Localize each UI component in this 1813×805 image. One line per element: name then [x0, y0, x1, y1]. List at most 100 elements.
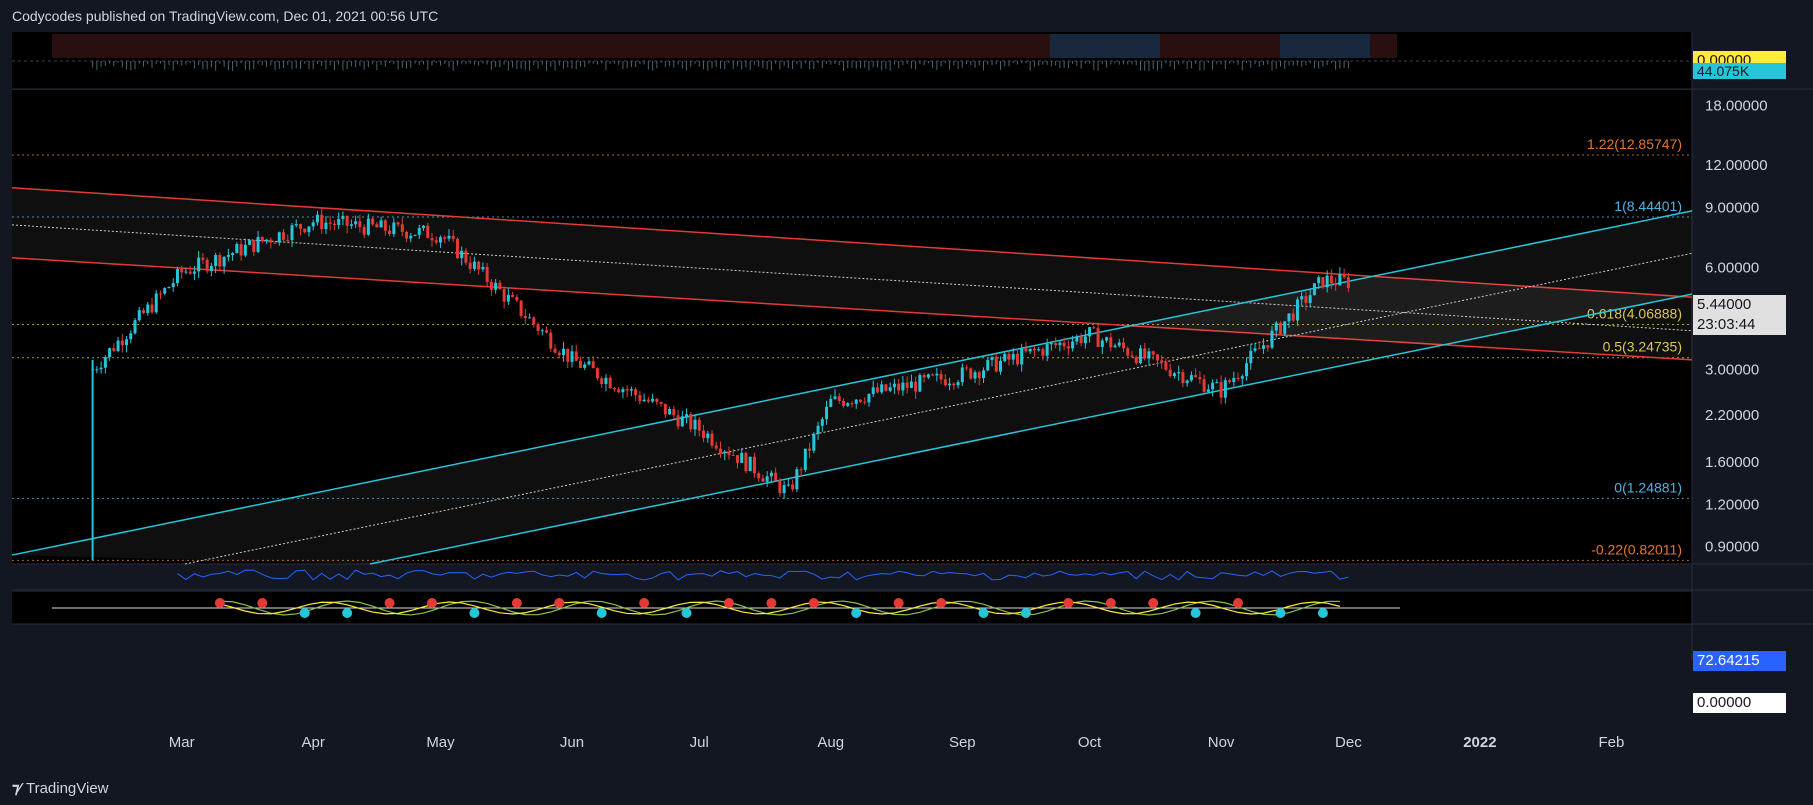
candle-body	[307, 226, 311, 233]
candle-body	[761, 478, 765, 482]
candle-body	[108, 348, 112, 358]
candle-body	[426, 225, 430, 239]
candle-body	[438, 237, 442, 243]
candle-body	[1138, 348, 1142, 363]
candle-body	[214, 254, 218, 266]
candle-body	[1202, 379, 1206, 392]
candle-body	[1223, 380, 1227, 398]
candle-body	[600, 378, 604, 385]
osc-dot	[766, 598, 777, 608]
time-axis-label: Nov	[1208, 734, 1235, 751]
candle-body	[192, 271, 196, 274]
candle-body	[366, 218, 370, 235]
candle-body	[455, 238, 459, 259]
candle-body	[625, 389, 629, 391]
price-axis-label: 1.20000	[1705, 496, 1759, 513]
candle-body	[1032, 348, 1036, 351]
candle-body	[260, 236, 264, 242]
candle-body	[744, 452, 748, 472]
candle-body	[1215, 382, 1219, 384]
candle-body	[1189, 375, 1193, 381]
candle-body	[341, 215, 345, 219]
candle-body	[154, 293, 158, 313]
candle-body	[1049, 343, 1053, 345]
osc-dot	[978, 608, 989, 618]
candle-body	[201, 257, 205, 260]
osc-dot	[257, 598, 268, 608]
candle-body	[1185, 380, 1189, 384]
candle-body	[990, 356, 994, 360]
candle-body	[842, 400, 846, 406]
candle-body	[693, 419, 697, 430]
candle-body	[290, 225, 294, 241]
candle-body	[1109, 337, 1113, 348]
candle-body	[977, 372, 981, 379]
candle-body	[1300, 296, 1304, 300]
candle-body	[1232, 377, 1236, 382]
time-axis-label: Jul	[690, 734, 709, 751]
candle-body	[1126, 348, 1130, 356]
candle-body	[668, 408, 672, 415]
candle-body	[298, 224, 302, 229]
candle-body	[485, 266, 489, 282]
candle-body	[998, 361, 1002, 372]
price-axis-label: 2.20000	[1705, 407, 1759, 424]
osc-badge: 0.00000	[1693, 693, 1786, 713]
candle-body	[1096, 328, 1100, 347]
rsi-pane	[12, 565, 1692, 589]
candle-body	[931, 374, 935, 376]
candle-body	[345, 215, 349, 226]
osc-dot	[936, 598, 947, 608]
candle-body	[1342, 273, 1346, 278]
candle-body	[422, 225, 426, 229]
candle-body	[1155, 354, 1159, 361]
candle-body	[659, 402, 663, 404]
candle-body	[523, 315, 527, 319]
candle-body	[651, 398, 655, 402]
candle-body	[468, 262, 472, 269]
candle-body	[1058, 342, 1062, 346]
candle-body	[914, 381, 918, 392]
candle-body	[680, 416, 684, 427]
candle-body	[812, 433, 816, 451]
candle-body	[1054, 343, 1058, 346]
candle-body	[1168, 369, 1172, 377]
candle-body	[481, 266, 485, 270]
candle-body	[735, 455, 739, 463]
candle-body	[371, 218, 375, 225]
candle-body	[1270, 330, 1274, 348]
time-axis-label: Oct	[1078, 734, 1102, 751]
fib-label: 0(1.24881)	[1614, 479, 1682, 495]
candle-body	[1312, 283, 1316, 296]
candle-body	[884, 384, 888, 391]
chart-canvas[interactable]: 1.22(12.85747)1(8.44401)0.618(4.06888)0.…	[0, 0, 1813, 805]
candle-body	[901, 382, 905, 391]
candle-body	[918, 375, 922, 392]
candle-body	[553, 348, 557, 353]
candle-body	[205, 259, 209, 272]
candle-body	[612, 388, 616, 390]
candle-body	[532, 317, 536, 325]
candle-body	[133, 320, 137, 334]
candle-body	[752, 456, 756, 474]
candle-body	[905, 382, 909, 388]
candle-body	[430, 238, 434, 241]
candle-body	[248, 240, 252, 245]
candle-body	[1113, 345, 1117, 348]
time-axis-label: Sep	[949, 734, 976, 751]
candle-body	[1240, 376, 1244, 379]
candle-body	[1287, 313, 1291, 322]
candle-body	[965, 367, 969, 369]
price-axis-label: 9.00000	[1705, 200, 1759, 217]
fib-label: 1(8.44401)	[1614, 198, 1682, 214]
time-axis-label: Aug	[817, 734, 844, 751]
candle-body	[994, 356, 998, 372]
candle-body	[829, 398, 833, 407]
osc-dot	[342, 608, 353, 618]
candle-body	[95, 369, 99, 371]
candle-body	[778, 480, 782, 494]
candle-body	[103, 357, 107, 368]
candle-body	[939, 373, 943, 380]
osc-dot	[851, 608, 862, 618]
candle-body	[769, 472, 773, 477]
